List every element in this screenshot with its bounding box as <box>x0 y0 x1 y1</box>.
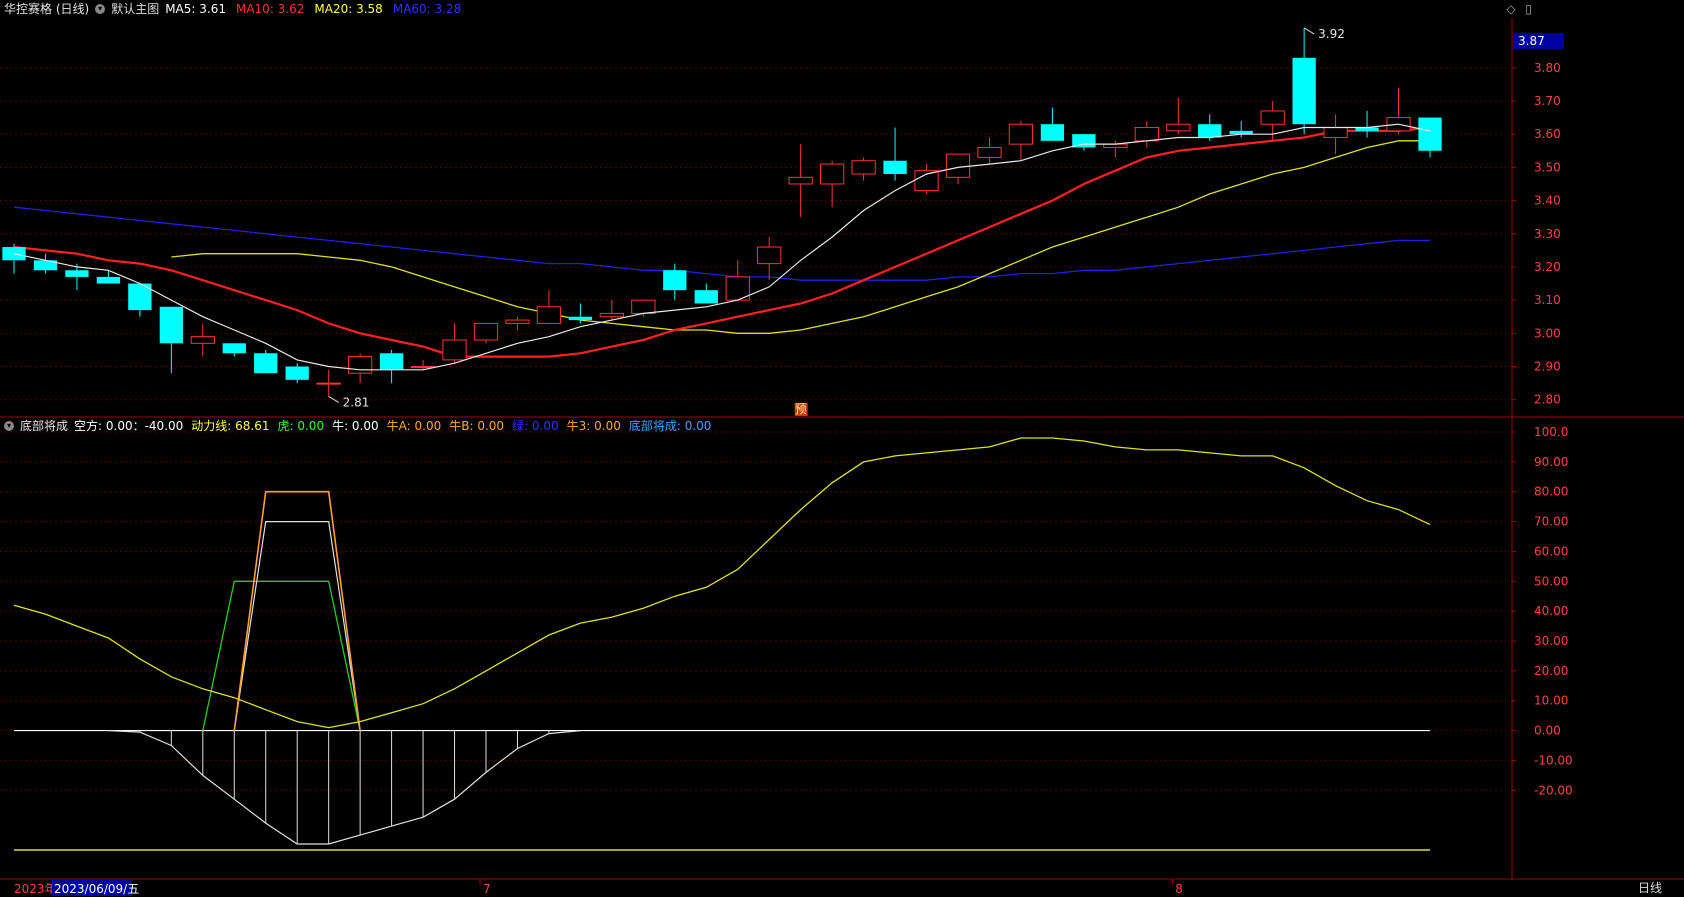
candle-body-up[interactable] <box>1134 127 1159 142</box>
stock-chart-window[interactable]: 华控赛格 (日线) ▾ 默认主图 MA5: 3.61 MA10: 3.62 MA20… <box>0 0 1684 897</box>
candle-body-up[interactable] <box>347 356 373 374</box>
candle-body-up[interactable] <box>316 382 341 385</box>
candle-body-up[interactable] <box>977 146 1002 158</box>
chart-canvas[interactable]: 3.80 3.70 3.60 3.50 3.40 3.30 3.20 3.10 3.00 2.90… <box>0 0 1684 897</box>
indicator-tick-label: 70.00 <box>1534 515 1568 529</box>
price-tick-label: 3.50 <box>1534 160 1561 174</box>
month-label-7: 7 <box>483 882 491 896</box>
candle-body-down[interactable] <box>568 316 593 321</box>
candle-body-down[interactable] <box>159 306 183 344</box>
price-tick-label: 3.60 <box>1534 127 1561 141</box>
current-price-tag: 3.87 <box>1518 34 1545 48</box>
indicator-tick-label: 10.00 <box>1534 694 1568 708</box>
kongfang-line <box>108 730 581 845</box>
candle-body-up[interactable] <box>1008 123 1034 145</box>
candle-body-up[interactable] <box>851 160 876 175</box>
candle-body-down[interactable] <box>2 247 26 261</box>
candle-body-up[interactable] <box>757 246 782 265</box>
candle-body-down[interactable] <box>1198 124 1222 138</box>
indicator-tick-label: -10.00 <box>1534 753 1573 767</box>
price-tick-label: 3.40 <box>1534 194 1561 208</box>
month-label-8: 8 <box>1175 882 1183 896</box>
candle-body-up[interactable] <box>631 299 656 314</box>
candle-body-down[interactable] <box>222 343 246 354</box>
candle-body-up[interactable] <box>945 153 971 178</box>
price-tick-label: 3.30 <box>1534 227 1561 241</box>
candle-body-up[interactable] <box>788 176 813 185</box>
candle-body-up[interactable] <box>190 336 215 344</box>
candle-body-up[interactable] <box>599 312 625 318</box>
price-tick-label: 2.80 <box>1534 393 1561 407</box>
high-price-label: 3.92 <box>1318 27 1345 41</box>
indicator-tick-label: 0.00 <box>1534 724 1561 738</box>
price-tick-label: 3.20 <box>1534 260 1561 274</box>
candle-body-up[interactable] <box>1260 110 1285 125</box>
indicator-tick-label: 60.00 <box>1534 544 1568 558</box>
candle-body-up[interactable] <box>473 322 499 341</box>
power-line <box>13 437 1431 729</box>
indicator-tick-label: 20.00 <box>1534 664 1568 678</box>
candle-body-down[interactable] <box>379 353 404 370</box>
low-price-label: 2.81 <box>343 395 370 409</box>
year-label: 2023年 <box>14 882 57 896</box>
price-tick-label: 3.70 <box>1534 94 1561 108</box>
candle-body-up[interactable] <box>410 366 436 369</box>
candle-body-down[interactable] <box>1040 124 1065 141</box>
price-tick-label: 3.80 <box>1534 61 1561 75</box>
candle-body-down[interactable] <box>65 270 89 277</box>
price-tick-label: 2.90 <box>1534 360 1561 374</box>
indicator-tick-label: 90.00 <box>1534 455 1568 469</box>
candle-body-up[interactable] <box>442 339 467 361</box>
indicator-tick-label: 40.00 <box>1534 604 1568 618</box>
candle-body-down[interactable] <box>1292 57 1316 125</box>
candle-body-down[interactable] <box>883 160 907 175</box>
forecast-badge: 预 <box>795 402 807 416</box>
period-button[interactable]: 日线 <box>1616 879 1684 897</box>
candle-body-down[interactable] <box>663 270 687 291</box>
candle-body-up[interactable] <box>536 306 562 324</box>
candle-body-down[interactable] <box>254 353 278 374</box>
indicator-tick-label: 50.00 <box>1534 574 1568 588</box>
indicator-tick-label: 80.00 <box>1534 485 1568 499</box>
candle-body-up[interactable] <box>819 163 845 185</box>
candle-body-up[interactable] <box>505 319 530 324</box>
hu-line <box>202 580 361 731</box>
candle-body-up[interactable] <box>1166 123 1191 132</box>
ma10-line <box>13 126 1431 358</box>
candle-body-down[interactable] <box>96 276 121 284</box>
ma60-line <box>13 206 1430 281</box>
price-tick-label: 3.00 <box>1534 326 1561 340</box>
high-pointer <box>1303 27 1315 35</box>
price-tick-label: 3.10 <box>1534 293 1561 307</box>
niu-line <box>233 520 361 731</box>
indicator-tick-label: 100.0 <box>1534 425 1568 439</box>
indicator-tick-label: 30.00 <box>1534 634 1568 648</box>
indicator-tick-label: -20.00 <box>1534 783 1573 797</box>
candle-body-up[interactable] <box>1323 127 1348 138</box>
candle-body-down[interactable] <box>1418 117 1442 151</box>
cursor-date: 2023/06/09/五 <box>54 882 139 896</box>
candle-body-down[interactable] <box>285 366 309 380</box>
candle-body-down[interactable] <box>694 290 718 304</box>
